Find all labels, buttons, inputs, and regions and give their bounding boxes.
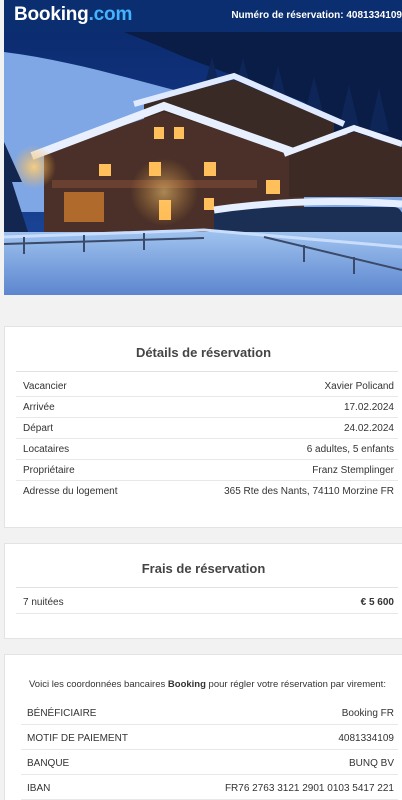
booking-logo[interactable]: Booking.com — [14, 4, 132, 26]
detail-value: 6 adultes, 5 enfants — [306, 444, 394, 455]
chalet-photo — [4, 32, 402, 295]
nights-label: 7 nuitées — [23, 597, 64, 608]
detail-row-arrivee: Arrivée 17.02.2024 — [16, 397, 398, 418]
bank-label: MOTIF DE PAIEMENT — [27, 733, 128, 744]
detail-value: Xavier Policand — [324, 381, 394, 392]
detail-label: Adresse du logement — [23, 486, 118, 497]
fees-row: 7 nuitées € 5 600 — [16, 592, 398, 614]
detail-row-vacancier: Vacancier Xavier Policand — [16, 376, 398, 397]
detail-value: 365 Rte des Nants, 74110 Morzine FR — [224, 486, 394, 497]
fees-total: € 5 600 — [360, 597, 394, 608]
bank-value: Booking FR — [341, 708, 394, 719]
detail-row-proprietaire: Propriétaire Franz Stemplinger — [16, 460, 398, 481]
fees-title: Frais de réservation — [141, 561, 266, 576]
bank-label: IBAN — [27, 783, 51, 794]
details-title: Détails de réservation — [135, 345, 272, 360]
bank-list: BÉNÉFICIAIRE Booking FR MOTIF DE PAIEMEN… — [21, 700, 398, 800]
detail-label: Vacancier — [23, 381, 67, 392]
detail-value: 24.02.2024 — [343, 423, 394, 434]
bank-value: FR76 2763 3121 2901 0103 5417 221 — [224, 783, 394, 794]
detail-label: Locataires — [23, 444, 70, 455]
bank-row-motif: MOTIF DE PAIEMENT 4081334109 — [21, 725, 398, 750]
divider — [16, 587, 398, 588]
detail-value: Franz Stemplinger — [312, 465, 394, 476]
detail-label: Arrivée — [23, 402, 55, 413]
bank-value: 4081334109 — [338, 733, 394, 744]
details-list: Vacancier Xavier Policand Arrivée 17.02.… — [16, 376, 398, 502]
bank-label: BANQUE — [27, 758, 70, 769]
bank-value: BUNQ BV — [348, 758, 394, 769]
detail-row-depart: Départ 24.02.2024 — [16, 418, 398, 439]
hero-image — [4, 32, 402, 295]
reservation-details-card: Détails de réservation Vacancier Xavier … — [4, 326, 402, 528]
detail-row-locataires: Locataires 6 adultes, 5 enfants — [16, 439, 398, 460]
bank-row-beneficiaire: BÉNÉFICIAIRE Booking FR — [21, 700, 398, 725]
detail-row-adresse: Adresse du logement 365 Rte des Nants, 7… — [16, 481, 398, 502]
fees-list: 7 nuitées € 5 600 — [16, 592, 398, 614]
reservation-fees-card: Frais de réservation 7 nuitées € 5 600 — [4, 543, 402, 639]
bank-label: BÉNÉFICIAIRE — [27, 708, 97, 719]
bank-details-card: Voici les coordonnées bancaires Booking … — [4, 654, 402, 800]
reservation-number: Numéro de réservation: 4081334109 — [231, 10, 402, 21]
bank-row-banque: BANQUE BUNQ BV — [21, 750, 398, 775]
bank-intro: Voici les coordonnées bancaires Booking … — [29, 679, 386, 690]
detail-value: 17.02.2024 — [343, 402, 394, 413]
header-bar: Booking.com Numéro de réservation: 40813… — [4, 0, 402, 32]
detail-label: Propriétaire — [23, 465, 75, 476]
bank-row-iban: IBAN FR76 2763 3121 2901 0103 5417 221 — [21, 775, 398, 800]
divider — [16, 371, 398, 372]
detail-label: Départ — [23, 423, 54, 434]
